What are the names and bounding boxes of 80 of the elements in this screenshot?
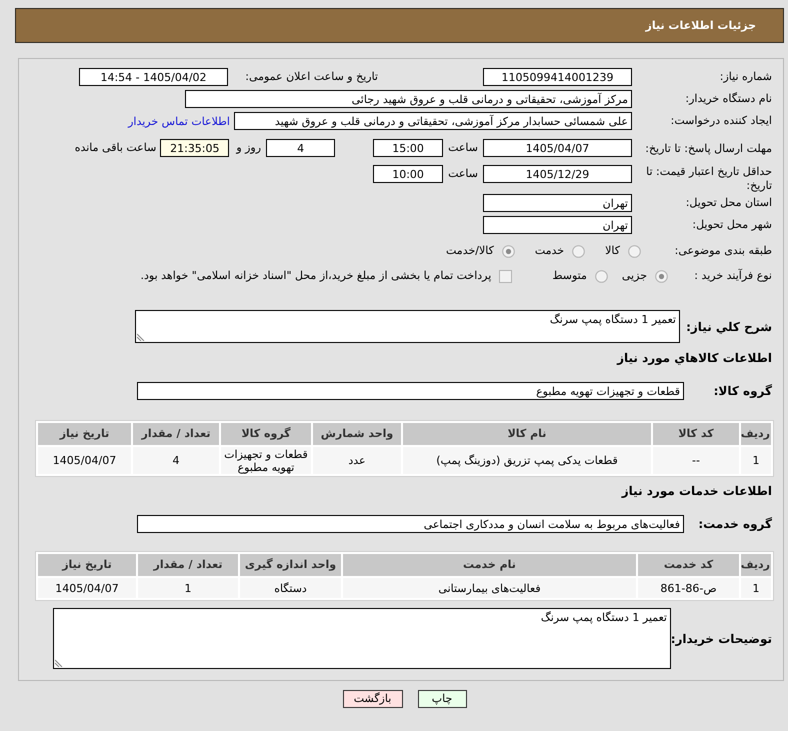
field-label: شماره نیاز: (718, 70, 772, 84)
resize-grip-icon[interactable] (137, 333, 145, 341)
table-cell: -- (653, 447, 739, 474)
requester-field[interactable]: علی شمسائی حسابدار مرکز آموزشی، تحقیقاتی و درمانی قلب و عروق شهید (234, 112, 632, 130)
field-label: شرح کلي نياز: (685, 320, 772, 334)
column-header: کد خدمت (638, 554, 739, 576)
field-label: ایجاد کننده درخواست: (670, 114, 772, 128)
field-label: طبقه بندی موضوعی: (674, 244, 772, 258)
table-cell: 1405/04/07 (38, 578, 136, 598)
column-header: تاریخ نیاز (38, 423, 131, 445)
column-header: تعداد / مقدار (133, 423, 219, 445)
remaining-time-field[interactable]: 21:35:05 (160, 139, 230, 157)
response-date-field[interactable]: 1405/04/07 (483, 139, 632, 157)
column-header: تعداد / مقدار (138, 554, 238, 576)
column-header: واحد شمارش (313, 423, 401, 445)
radio-button[interactable] (594, 270, 608, 282)
table-cell: 1 (138, 578, 238, 598)
field-label: گروه خدمت: (697, 517, 772, 531)
table-cell: 1 (741, 578, 771, 598)
page-title: جزئیات اطلاعات نیاز (646, 19, 756, 32)
remaining-label: ساعت باقی مانده (74, 141, 156, 155)
checkbox-label: پرداخت تمام یا بخشی از مبلغ خرید،از محل "اسناد خزانه اسلامی" خواهد بود. (140, 269, 492, 283)
resize-grip-icon[interactable] (55, 659, 63, 667)
field-label: نوع فرآیند خرید : (693, 269, 772, 283)
table-cell: قطعات یدکی پمپ تزریق (دوزینگ پمپ) (403, 447, 651, 474)
field-label: تاریخ و ساعت اعلان عمومی: (244, 70, 378, 84)
field-label: شهر محل تحویل: (691, 218, 772, 232)
radio-label: کالا/خدمت (446, 244, 494, 258)
column-header: گروه کالا (221, 423, 311, 445)
validity-time-field[interactable]: 10:00 (373, 165, 444, 183)
field-label: توضیحات خریدار: (671, 632, 772, 646)
buyer-org-field[interactable]: مرکز آموزشی، تحقیقاتی و درمانی قلب و عروق شهید رجائی (185, 90, 632, 108)
table-cell: 4 (133, 447, 219, 474)
column-header: نام خدمت (343, 554, 636, 576)
checkbox[interactable] (499, 270, 512, 282)
table-cell: قطعات و تجهیزات تهویه مطبوع (221, 447, 311, 474)
city-field[interactable]: تهران (483, 216, 632, 234)
section-title: اطلاعات خدمات مورد نياز (622, 483, 772, 499)
column-header: کد کالا (653, 423, 739, 445)
radio-label: متوسط (552, 269, 587, 283)
field-label: حداقل تاریخ اعتبار قیمت: تا تاریخ: (645, 165, 772, 193)
radio-label: خدمت (534, 244, 564, 258)
radio-label: کالا (605, 244, 620, 258)
print-button[interactable]: چاپ (418, 690, 466, 708)
column-header: تاریخ نیاز (38, 554, 136, 576)
description-field[interactable]: تعمیر 1 دستگاه پمپ سرنگ (135, 310, 680, 343)
column-header: نام کالا (403, 423, 651, 445)
table-cell: ص-86-861 (638, 578, 739, 598)
back-button[interactable]: بازگشت (342, 690, 402, 708)
province-field[interactable]: تهران (483, 194, 632, 212)
column-header: واحد اندازه گیری (240, 554, 341, 576)
table-cell: فعالیت‌های بیمارستانی (343, 578, 636, 598)
column-header: ردیف (741, 423, 771, 445)
days-field[interactable]: 4 (266, 139, 336, 157)
table-cell: عدد (313, 447, 401, 474)
table-cell: دستگاه (240, 578, 341, 598)
goods-group-field[interactable]: قطعات و تجهیزات تهویه مطبوع (137, 382, 684, 400)
announcement-date-field[interactable]: 1405/04/02 - 14:54 (79, 68, 228, 86)
table-cell: 1405/04/07 (38, 447, 131, 474)
radio-button[interactable] (628, 244, 641, 258)
field-label: استان محل تحویل: (684, 196, 772, 210)
radio-label: جزیی (622, 269, 647, 283)
column-header: ردیف (741, 554, 771, 576)
validity-date-field[interactable]: 1405/12/29 (483, 165, 632, 183)
days-label: روز و (236, 141, 262, 155)
field-label: نام دستگاه خریدار: (684, 92, 772, 106)
buyer-notes-field[interactable]: تعمیر 1 دستگاه پمپ سرنگ (53, 608, 671, 669)
field-label: مهلت ارسال پاسخ: تا تاریخ: (644, 141, 772, 156)
response-time-field[interactable]: 15:00 (373, 139, 444, 157)
radio-button[interactable] (655, 270, 668, 282)
field-label: گروه کالا: (712, 384, 772, 398)
table-cell: 1 (741, 447, 771, 474)
buyer-contact-link[interactable]: اطلاعات تماس خریدار (128, 114, 230, 128)
time-label: ساعت (448, 167, 478, 181)
radio-button[interactable] (502, 244, 515, 258)
service-group-field[interactable]: فعالیت‌های مربوط به سلامت انسان و مددکاری اجتماعی (137, 515, 684, 533)
section-title: اطلاعات کالاهاي مورد نياز (617, 350, 772, 366)
radio-button[interactable] (572, 244, 586, 258)
need-number-field[interactable]: 1105099414001239 (483, 68, 632, 86)
time-label: ساعت (448, 141, 478, 155)
